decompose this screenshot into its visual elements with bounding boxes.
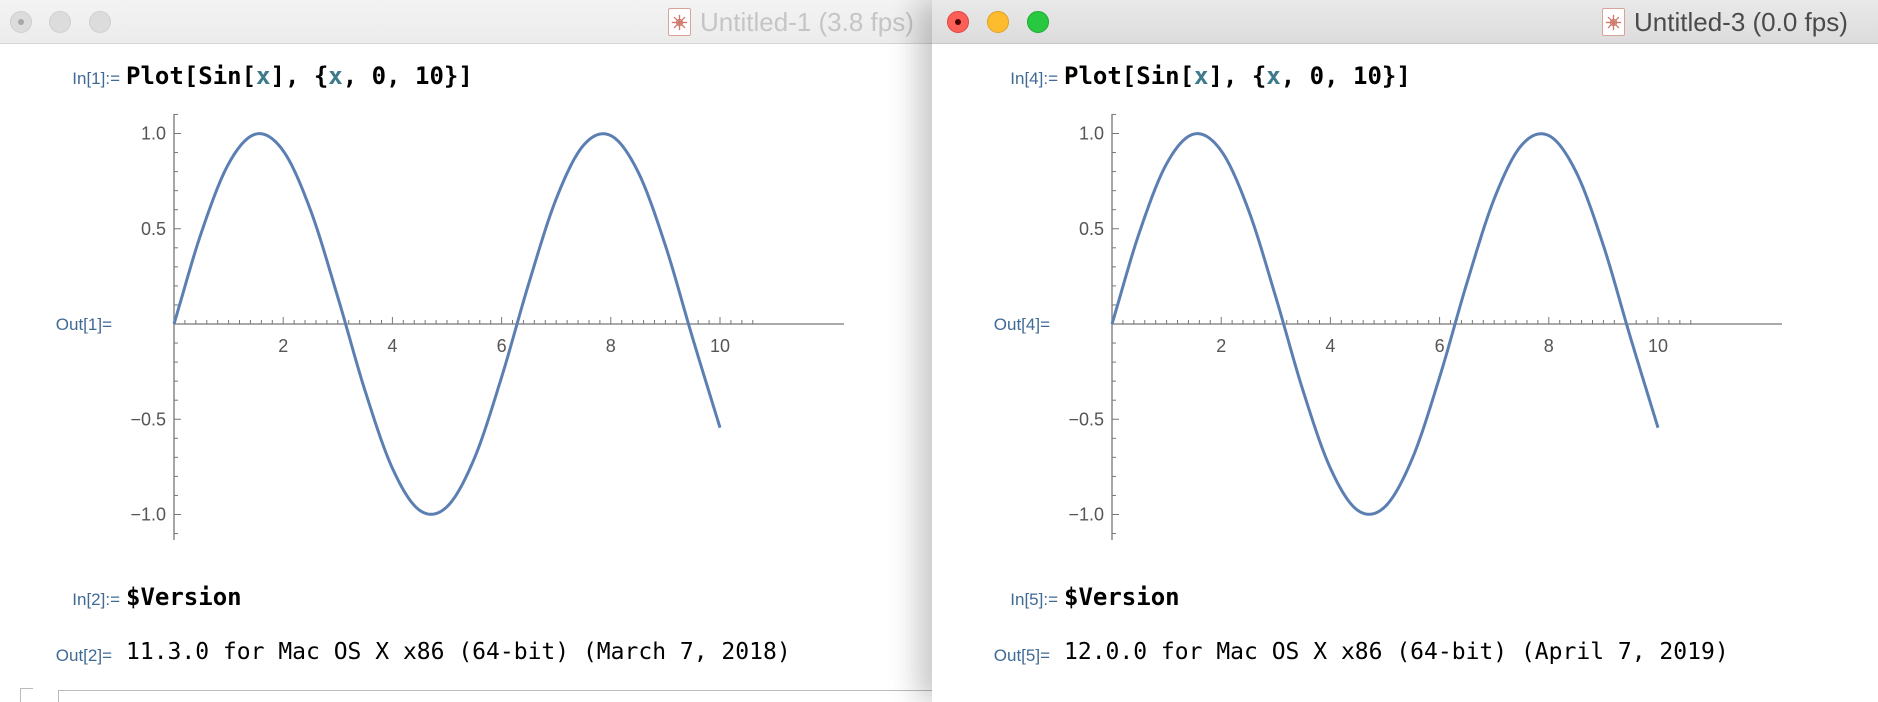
input-label: In[2]:= <box>72 590 120 609</box>
zoom-icon[interactable] <box>1027 11 1049 33</box>
y-tick-label: 1.0 <box>141 124 166 144</box>
plot-input-cell[interactable]: Plot[Sin[x], {x, 0, 10}] <box>126 62 473 90</box>
cell-insertion-line[interactable] <box>58 690 932 702</box>
window-title-group: Untitled-3 (0.0 fps) <box>1602 6 1848 38</box>
code-text: ], { <box>270 62 329 90</box>
x-tick-label: 2 <box>278 336 288 356</box>
code-text: Plot[Sin[ <box>126 62 257 90</box>
output-label: Out[1]= <box>55 315 112 334</box>
y-tick-label: −1.0 <box>1068 505 1104 525</box>
code-variable: x <box>1194 62 1209 90</box>
sin-plot[interactable]: 2 4 6 8 10 1.0 0.5 −0.5 −1.0 <box>110 108 850 552</box>
x-tick-label: 6 <box>1435 336 1445 356</box>
y-tick-label: 0.5 <box>1079 219 1104 239</box>
version-input-cell[interactable]: $Version <box>126 583 242 611</box>
x-tick-label: 10 <box>1648 336 1668 356</box>
title-bar[interactable]: Untitled-3 (0.0 fps) <box>932 0 1878 44</box>
mathematica-document-icon <box>1602 8 1625 36</box>
x-tick-label: 4 <box>1325 336 1335 356</box>
window-title: Untitled-3 (0.0 fps) <box>1634 6 1848 37</box>
code-variable: x <box>256 62 271 90</box>
y-tick-label: −1.0 <box>130 505 166 525</box>
mathematica-document-icon <box>668 8 691 36</box>
minimize-icon[interactable] <box>49 11 71 33</box>
notebook-window-untitled-3: Untitled-3 (0.0 fps) In[4]:= Plot[Sin[x]… <box>932 0 1878 702</box>
version-output-cell[interactable]: 11.3.0 for Mac OS X x86 (64-bit) (March … <box>126 639 791 665</box>
code-text: , 0, 10}] <box>1280 62 1411 90</box>
code-text: ], { <box>1208 62 1267 90</box>
window-title: Untitled-1 (3.8 fps) <box>700 6 914 37</box>
code-text: Plot[Sin[ <box>1064 62 1195 90</box>
x-tick-label: 4 <box>387 336 397 356</box>
zoom-icon[interactable] <box>89 11 111 33</box>
output-label: Out[2]= <box>55 646 112 665</box>
input-label: In[5]:= <box>1010 590 1058 609</box>
code-variable: x <box>1266 62 1281 90</box>
output-label: Out[5]= <box>993 646 1050 665</box>
input-label: In[1]:= <box>72 69 120 88</box>
x-tick-label: 6 <box>497 336 507 356</box>
x-tick-label: 8 <box>1544 336 1554 356</box>
plot-input-cell[interactable]: Plot[Sin[x], {x, 0, 10}] <box>1064 62 1411 90</box>
x-tick-label: 2 <box>1216 336 1226 356</box>
code-variable: x <box>328 62 343 90</box>
x-tick-label: 8 <box>606 336 616 356</box>
title-bar[interactable]: Untitled-1 (3.8 fps) <box>0 0 932 44</box>
y-tick-label: −0.5 <box>1068 409 1104 429</box>
code-text: , 0, 10}] <box>342 62 473 90</box>
version-output-cell[interactable]: 12.0.0 for Mac OS X x86 (64-bit) (April … <box>1064 639 1729 665</box>
y-tick-label: 0.5 <box>141 219 166 239</box>
x-tick-label: 10 <box>710 336 730 356</box>
notebook-window-untitled-1: Untitled-1 (3.8 fps) In[1]:= Plot[Sin[x]… <box>0 0 932 702</box>
version-input-cell[interactable]: $Version <box>1064 583 1180 611</box>
window-title-group: Untitled-1 (3.8 fps) <box>668 6 914 38</box>
close-icon[interactable] <box>947 11 969 33</box>
minimize-icon[interactable] <box>987 11 1009 33</box>
cell-insertion-bracket[interactable] <box>20 688 33 702</box>
sin-plot[interactable]: 2 4 6 8 10 1.0 0.5 −0.5 −1.0 <box>1048 108 1788 552</box>
y-tick-label: −0.5 <box>130 409 166 429</box>
close-icon[interactable] <box>10 11 32 33</box>
output-label: Out[4]= <box>993 315 1050 334</box>
input-label: In[4]:= <box>1010 69 1058 88</box>
y-tick-label: 1.0 <box>1079 124 1104 144</box>
